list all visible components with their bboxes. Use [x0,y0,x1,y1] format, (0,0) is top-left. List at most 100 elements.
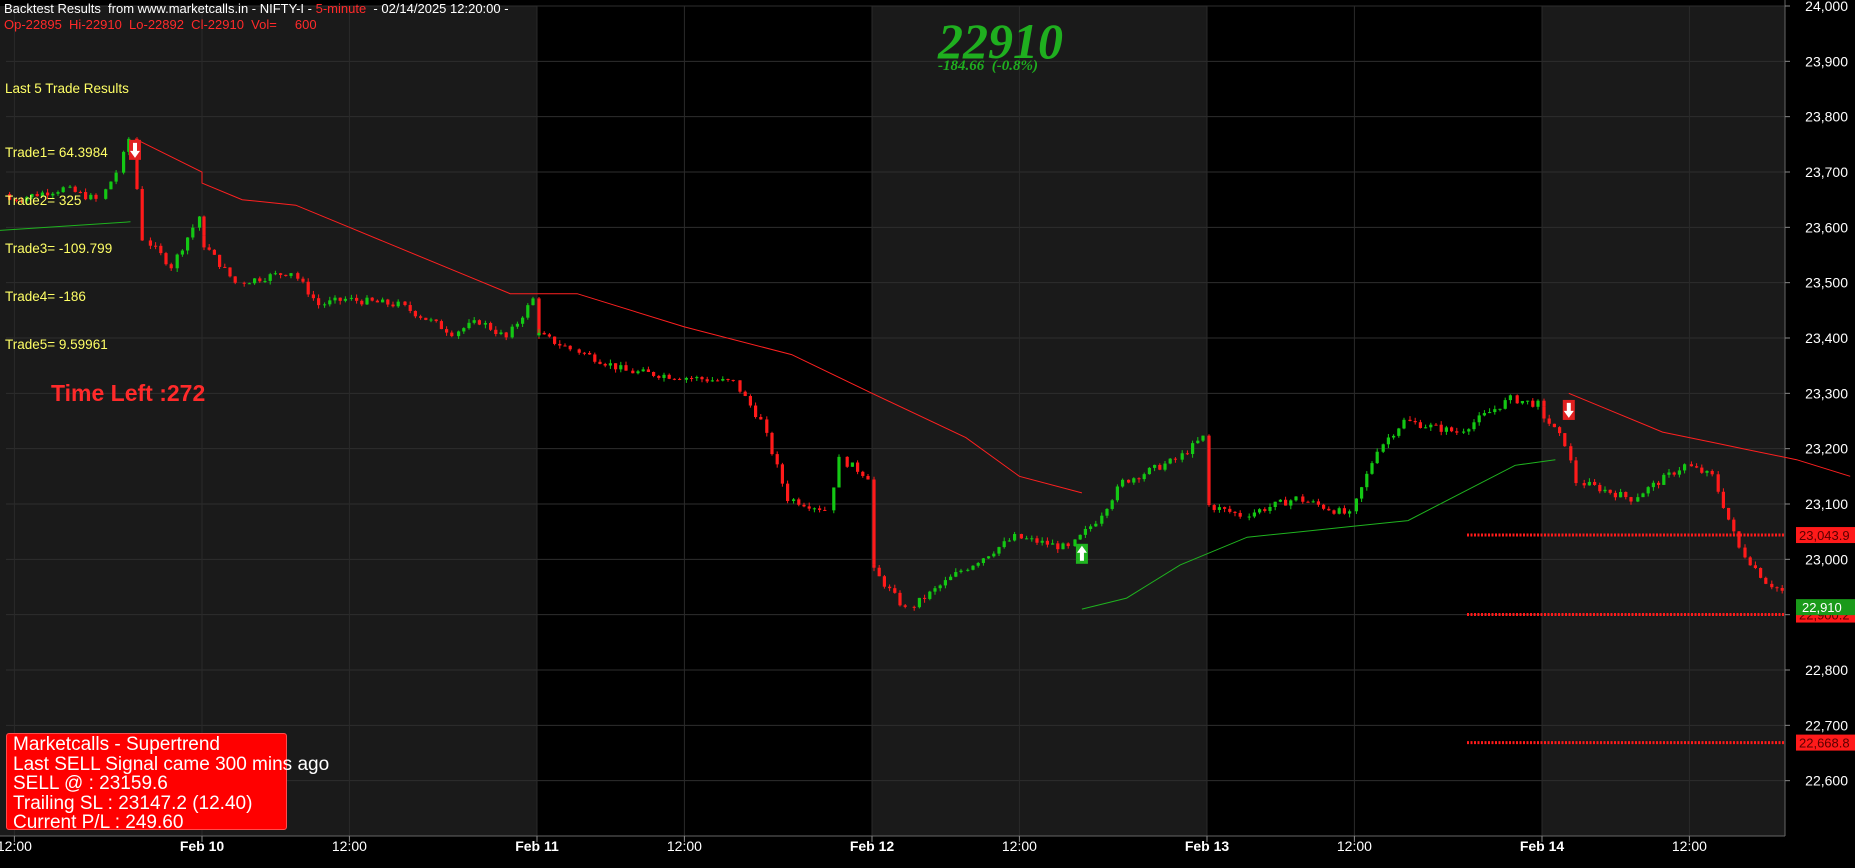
candle-body [1780,587,1784,591]
candle-body [1223,507,1227,509]
candle-body [360,300,364,305]
candle-body [608,363,612,366]
candle-body [1603,489,1607,492]
candle-body [263,280,267,282]
y-tick-label: 23,000 [1805,551,1848,567]
candle-body [1185,453,1189,455]
x-tick-label: Feb 14 [1520,838,1565,854]
candle-body [386,299,390,305]
candle-body [122,151,126,173]
trade-result-1: Trade1= 64.3984 [5,145,108,160]
candle-body [1025,538,1029,540]
candle-body [1360,487,1364,499]
candle-body [662,374,666,378]
candle-body [1332,510,1336,514]
candle-body [273,273,277,275]
candle-body [1301,496,1305,502]
candle-body [1587,481,1591,486]
header-interval: 5-minute [315,1,367,16]
candle-body [710,380,714,382]
candle-body [558,343,562,346]
candle-body [1035,538,1039,543]
candle-body [667,374,671,379]
trade-result-2: Trade2= 325 [5,193,82,208]
candle-body [877,567,881,577]
candle-body [408,305,412,311]
candle-body [1667,472,1671,475]
candle-body [1413,420,1417,423]
candle-body [1217,507,1221,510]
candle-body [1201,435,1205,441]
candle-body [949,576,953,581]
candle-body [631,370,635,374]
candle-body [457,331,461,337]
y-tick-label: 23,500 [1805,275,1848,291]
trade-result-3: Trade3= -109.799 [5,241,113,256]
candle-body [1316,501,1320,505]
candle-body [981,558,985,564]
candle-body [424,317,428,320]
candle-body [114,172,118,182]
candle-body [678,378,682,380]
candle-body [1238,512,1242,517]
candle-body [1629,497,1633,502]
candle-body [1252,512,1256,517]
candle-body [568,345,572,350]
candle-body [1083,528,1087,535]
candle-body [169,264,173,269]
candle-body [1716,474,1720,492]
candle-body [1273,501,1277,508]
y-tick-label: 23,400 [1805,330,1848,346]
candle-body [1163,463,1167,470]
candle-body [672,378,676,380]
candle-body [1132,478,1136,483]
candle-body [1683,464,1687,471]
candle-body [1558,427,1562,434]
candle-body [218,254,222,267]
x-tick-label: 12:00 [1672,838,1707,854]
y-tick-label: 23,100 [1805,496,1848,512]
y-tick-label: 23,800 [1805,109,1848,125]
candle-body [1263,509,1267,511]
candle-body [786,483,790,502]
candle-body [531,298,535,306]
last-price-tag-label: 22,910 [1802,600,1842,615]
candle-body [593,354,597,362]
candle-body [1247,516,1251,518]
candle-body [1386,437,1390,445]
y-tick-label: 22,600 [1805,773,1848,789]
candle-body [1721,491,1725,508]
candle-body [1503,400,1507,409]
candle-body [1392,435,1396,438]
candle-body [1397,428,1401,436]
candle-body [1100,515,1104,524]
candle-body [923,597,927,599]
candle-body [775,454,779,465]
candle-body [912,606,916,608]
candle-body [1322,504,1326,509]
candle-body [738,380,742,392]
candle-body [1552,423,1556,428]
candle-body [797,499,801,505]
candle-body [1311,501,1315,503]
candle-body [333,297,337,301]
candle-body [1563,433,1567,447]
candle-body [731,379,735,381]
candle-body [413,310,417,317]
candle-body [959,570,963,573]
candle-body [1508,395,1512,401]
candle-body [494,329,498,334]
candle-body [462,328,466,332]
candle-body [614,363,618,370]
candle-body [284,274,288,276]
candle-body [289,273,293,276]
candle-body [657,375,661,378]
candle-body [598,361,602,364]
candle-body [577,349,581,353]
candle-body [705,379,709,382]
trade-results-title: Last 5 Trade Results [5,81,129,96]
candle-body [1381,444,1385,452]
candle-body [311,294,315,299]
candle-body [489,322,493,330]
candle-body [802,504,806,507]
